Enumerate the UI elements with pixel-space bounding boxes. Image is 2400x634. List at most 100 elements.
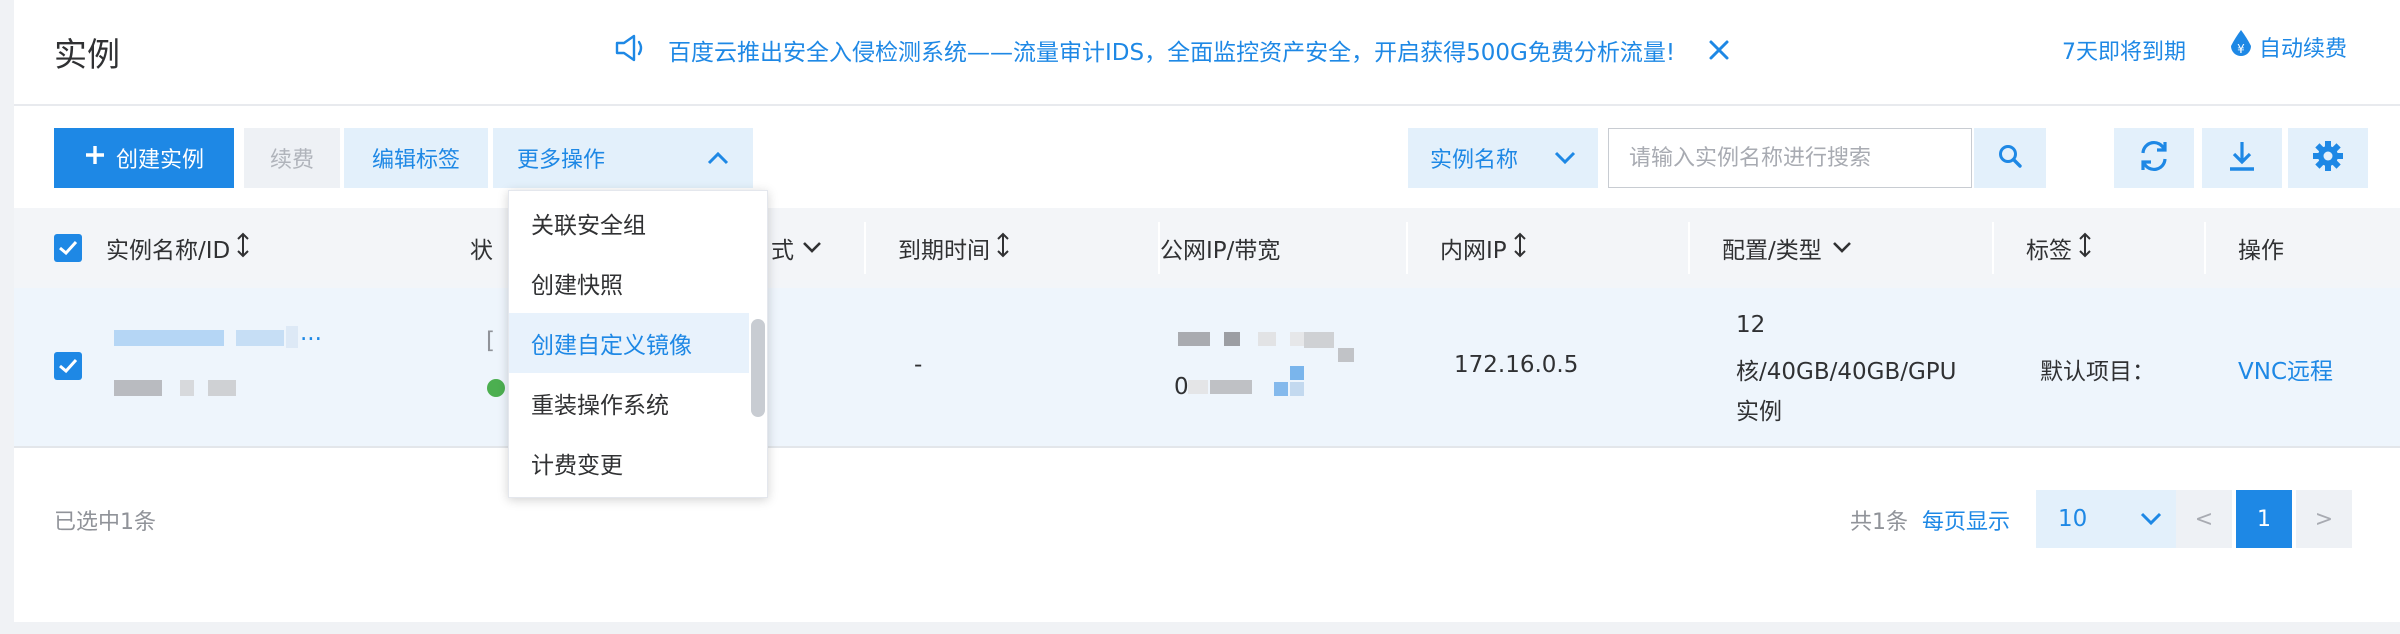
chevron-down-icon [1554,146,1576,171]
column-private-ip-label: 内网IP [1440,238,1507,264]
column-name-id[interactable]: 实例名称/ID [106,208,250,288]
column-expire-label: 到期时间 [898,238,990,264]
public-ip-prefix: 0 [1174,374,1189,400]
column-tags-label: 标签 [2026,238,2072,264]
blurred-public-ip [1338,348,1354,362]
blurred-public-ip [1210,380,1252,394]
column-separator [2204,222,2206,274]
search-button[interactable] [1974,128,2046,188]
column-separator [864,222,866,274]
download-icon [2226,139,2258,177]
shield-yen-icon: ¥ [2227,28,2255,66]
table-header: 实例名称/ID 状 式 到期时间 公网IP/带宽 内网IP 配置/类型 标签 操… [14,208,2400,288]
blurred-name [286,326,298,348]
config-line-2: 核/40GB/40GB/GPU [1736,359,1957,385]
sort-icon [2078,232,2092,264]
blurred-name [114,330,224,346]
more-actions-button[interactable]: 更多操作 [493,128,753,188]
more-actions-dropdown: 关联安全组 创建快照 创建自定义镜像 重装操作系统 计费变更 [508,190,768,498]
column-separator [1406,222,1408,274]
edit-tags-button[interactable]: 编辑标签 [344,128,488,188]
chevron-down-icon [1832,235,1852,261]
vnc-remote-link[interactable]: VNC远程 [2238,352,2333,386]
menu-item-reinstall-os[interactable]: 重装操作系统 [509,373,749,433]
sort-icon [996,232,1010,264]
instance-name-suffix: ... [300,320,322,346]
column-separator [1992,222,1994,274]
row-checkbox[interactable] [54,352,82,380]
refresh-button[interactable] [2114,128,2194,188]
notice-banner: 百度云推出安全入侵检测系统——流量审计IDS，全面监控资产安全，开启获得500G… [614,30,1733,70]
column-private-ip[interactable]: 内网IP [1440,208,1527,288]
search-field-select[interactable]: 实例名称 [1408,128,1598,188]
tags-value: 默认项目： [2040,359,2155,385]
search-input[interactable] [1608,128,1972,188]
column-status-label: 状 [470,238,493,264]
settings-button[interactable] [2288,128,2368,188]
auto-renew-label: 自动续费 [2259,37,2348,62]
blurred-id [114,380,162,396]
create-instance-label: 创建实例 [115,148,204,173]
search-icon [1997,143,2023,173]
auto-renew-link[interactable]: ¥ 自动续费 [2227,28,2347,66]
more-actions-label: 更多操作 [517,148,606,173]
column-tags[interactable]: 标签 [2026,208,2092,288]
blurred-public-ip [1178,332,1210,346]
next-page-button[interactable]: > [2296,490,2352,548]
config-line-1: 12 [1736,312,1766,338]
page-title: 实例 [54,35,120,74]
renew-button[interactable]: 续费 [244,128,340,188]
blurred-public-ip [1188,380,1208,394]
status-prefix: [ [486,328,495,354]
expire-soon-link[interactable]: 7天即将到期 [2062,34,2186,66]
blurred-name [236,330,284,346]
chevron-down-icon [802,235,822,261]
menu-item-change-billing[interactable]: 计费变更 [509,433,749,493]
page-size-select[interactable]: 10 [2036,490,2184,548]
create-instance-button[interactable]: 创建实例 [54,128,234,188]
speaker-icon [614,33,648,67]
blurred-public-ip [1274,382,1288,396]
column-config[interactable]: 配置/类型 [1722,208,1852,288]
select-all-checkbox[interactable] [54,234,82,262]
prev-page-button[interactable]: < [2176,490,2232,548]
status-running-dot [487,379,505,397]
expire-value: - [914,352,923,378]
column-pay-type-label: 式 [771,238,794,264]
search-field-label: 实例名称 [1430,148,1519,173]
column-separator [1688,222,1690,274]
column-public-ip-label: 公网IP/带宽 [1160,238,1281,264]
column-expire[interactable]: 到期时间 [898,208,1010,288]
close-icon[interactable] [1705,36,1733,64]
blurred-id [180,380,194,396]
total-count: 共1条 [1850,510,1908,535]
page-1-button[interactable]: 1 [2236,490,2292,548]
page-header: 实例 百度云推出安全入侵检测系统——流量审计IDS，全面监控资产安全，开启获得5… [14,0,2400,106]
blurred-public-ip [1224,332,1240,346]
notice-text[interactable]: 百度云推出安全入侵检测系统——流量审计IDS，全面监控资产安全，开启获得500G… [668,33,1675,67]
instance-page: 实例 百度云推出安全入侵检测系统——流量审计IDS，全面监控资产安全，开启获得5… [14,0,2400,622]
column-actions: 操作 [2238,208,2284,288]
menu-item-create-custom-image[interactable]: 创建自定义镜像 [509,313,749,373]
blurred-public-ip [1290,382,1304,396]
dropdown-scrollbar[interactable] [751,319,765,417]
download-button[interactable] [2202,128,2282,188]
column-public-ip[interactable]: 公网IP/带宽 [1160,208,1280,288]
column-name-id-label: 实例名称/ID [106,238,231,264]
blurred-public-ip [1258,332,1276,346]
gear-icon [2311,139,2345,177]
svg-text:¥: ¥ [2237,42,2245,56]
menu-item-create-snapshot[interactable]: 创建快照 [509,253,749,313]
chevron-up-icon [707,146,729,171]
column-status[interactable]: 状 [470,208,493,288]
refresh-icon [2136,138,2172,178]
selected-count: 已选中1条 [54,510,156,535]
column-pay-type[interactable]: 式 [771,208,822,288]
config-line-3: 实例 [1736,399,1782,425]
blurred-public-ip [1290,366,1304,380]
menu-item-associate-security-group[interactable]: 关联安全组 [509,193,749,253]
chevron-down-icon [2140,506,2162,532]
page-size-value: 10 [2058,506,2088,532]
column-config-label: 配置/类型 [1722,238,1822,264]
table-row[interactable]: ... [ - 0 172.16.0.5 12 核/40GB/40GB/GPU … [14,288,2400,448]
